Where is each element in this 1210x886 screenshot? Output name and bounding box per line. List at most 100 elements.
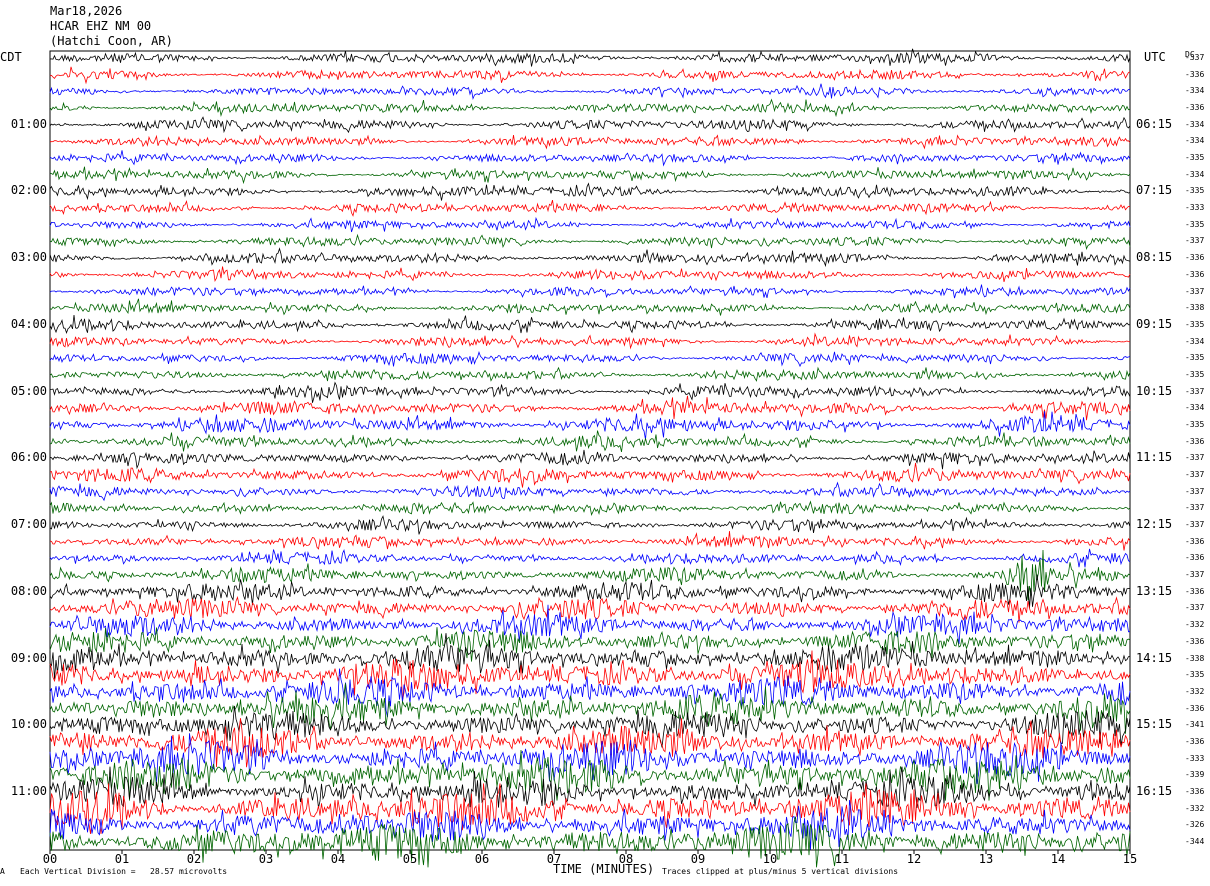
right-hour-label: 13:15 xyxy=(1136,583,1173,598)
x-tick-label: 04 xyxy=(330,852,346,866)
dc-offset-label: -335 xyxy=(1185,219,1205,229)
left-hour-label: 04:00 xyxy=(10,316,47,331)
dc-offset-label: -326 xyxy=(1185,820,1205,830)
trace-19 xyxy=(49,366,1131,382)
dc-offset-label: -336 xyxy=(1185,253,1205,263)
dc-offset-label: -334 xyxy=(1185,169,1205,179)
dc-offset-label: -335 xyxy=(1185,419,1205,429)
right-hour-label: 08:15 xyxy=(1136,250,1173,265)
dc-offset-label: -334 xyxy=(1185,336,1205,346)
dc-offset-label: -337 xyxy=(1185,286,1205,296)
dc-offset-label: -335 xyxy=(1185,670,1205,680)
trace-25 xyxy=(49,462,1131,488)
dc-offset-label: -336 xyxy=(1185,536,1205,546)
right-hour-label: 11:15 xyxy=(1136,450,1173,465)
dc-offset-label: -341 xyxy=(1185,720,1205,730)
x-tick-label: 15 xyxy=(1122,852,1138,866)
trace-17 xyxy=(49,332,1131,350)
dc-offset-label: -338 xyxy=(1185,653,1205,663)
left-hour-label: 11:00 xyxy=(10,783,47,798)
dc-offset-label: -344 xyxy=(1185,837,1205,846)
trace-23 xyxy=(49,430,1131,452)
trace-39 xyxy=(49,683,1131,734)
x-axis-label: TIME (MINUTES) xyxy=(553,862,655,876)
right-hour-label: 09:15 xyxy=(1136,316,1173,331)
dc-offset-label: -334 xyxy=(1185,136,1205,146)
trace-26 xyxy=(49,481,1131,502)
trace-41 xyxy=(49,718,1131,768)
x-tick-label: 11 xyxy=(834,852,850,866)
dc-offset-label: -335 xyxy=(1185,319,1205,329)
dc-offset-label: -332 xyxy=(1185,620,1205,630)
trace-8 xyxy=(49,182,1131,201)
dc-offset-label: -337 xyxy=(1185,470,1205,480)
trace-15 xyxy=(49,298,1131,316)
dc-offset-label: -336 xyxy=(1185,69,1205,79)
dc-offset-label: -334 xyxy=(1185,86,1205,96)
left-hour-label: 09:00 xyxy=(10,650,47,665)
left-hour-label: 10:00 xyxy=(10,717,47,732)
trace-1 xyxy=(49,66,1131,85)
dc-offset-label: -337 xyxy=(1185,520,1205,530)
dc-offset-label: -336 xyxy=(1185,103,1205,113)
left-hour-label: 08:00 xyxy=(10,583,47,598)
dc-offset-label: -338 xyxy=(1185,303,1205,313)
dc-offset-label: -336 xyxy=(1185,269,1205,279)
dc-offset-label: -335 xyxy=(1185,353,1205,363)
scale-note: Each Vertical Division = 28.57 microvolt… xyxy=(20,867,228,876)
dc-offset-label: -332 xyxy=(1185,686,1205,696)
dc-offset-label: -337 xyxy=(1185,53,1205,62)
dc-offset-label: -336 xyxy=(1185,586,1205,596)
x-tick-label: 09 xyxy=(690,852,706,866)
trace-24 xyxy=(49,449,1131,470)
trace-21 xyxy=(49,395,1131,421)
left-hour-label: 06:00 xyxy=(10,450,47,465)
right-hour-label: 07:15 xyxy=(1136,183,1173,198)
dc-offset-label: -335 xyxy=(1185,369,1205,379)
trace-28 xyxy=(49,515,1131,535)
dc-offset-label: -337 xyxy=(1185,453,1205,463)
x-tick-label: 10 xyxy=(762,852,778,866)
x-tick-label: 06 xyxy=(474,852,490,866)
dc-offset-label: -336 xyxy=(1185,436,1205,446)
left-hour-label: 05:00 xyxy=(10,383,47,398)
right-hour-label: 06:15 xyxy=(1136,116,1173,131)
trace-2 xyxy=(49,83,1131,101)
left-hour-label: 01:00 xyxy=(10,116,47,131)
right-hour-label: 10:15 xyxy=(1136,383,1173,398)
left-hour-label: 07:00 xyxy=(10,517,47,532)
helicorder-plot xyxy=(49,48,1131,868)
left-hour-label: 02:00 xyxy=(10,183,47,198)
x-tick-label: 14 xyxy=(1050,852,1066,866)
corner-mark: A xyxy=(0,867,5,876)
trace-9 xyxy=(49,199,1131,217)
dc-offset-label: -337 xyxy=(1185,503,1205,513)
clip-note: Traces clipped at plus/minus 5 vertical … xyxy=(662,867,899,876)
dc-offset-label: -336 xyxy=(1185,736,1205,746)
trace-13 xyxy=(49,266,1131,283)
x-tick-label: 13 xyxy=(978,852,994,866)
trace-29 xyxy=(49,531,1131,551)
dc-offset-label: -339 xyxy=(1185,770,1205,780)
dc-offset-label: -337 xyxy=(1185,570,1205,580)
x-tick-label: 02 xyxy=(186,852,202,866)
trace-36 xyxy=(49,633,1131,680)
trace-5 xyxy=(50,134,1131,150)
x-tick-label: 01 xyxy=(114,852,130,866)
right-hour-label: 15:15 xyxy=(1136,717,1173,732)
trace-30 xyxy=(49,548,1131,568)
right-hour-label: 14:15 xyxy=(1136,650,1173,665)
plot-frame xyxy=(49,50,1131,851)
trace-44 xyxy=(49,766,1131,809)
trace-6 xyxy=(49,150,1131,167)
trace-4 xyxy=(49,116,1131,134)
trace-11 xyxy=(49,233,1131,250)
dc-offset-label: -337 xyxy=(1185,486,1205,496)
dc-offset-label: -337 xyxy=(1185,603,1205,613)
dc-offset-label: -335 xyxy=(1185,186,1205,196)
right-hour-label: 16:15 xyxy=(1136,783,1173,798)
left-hour-label: 03:00 xyxy=(10,250,47,265)
trace-27 xyxy=(49,500,1131,516)
trace-12 xyxy=(49,247,1131,268)
trace-3 xyxy=(49,98,1131,118)
